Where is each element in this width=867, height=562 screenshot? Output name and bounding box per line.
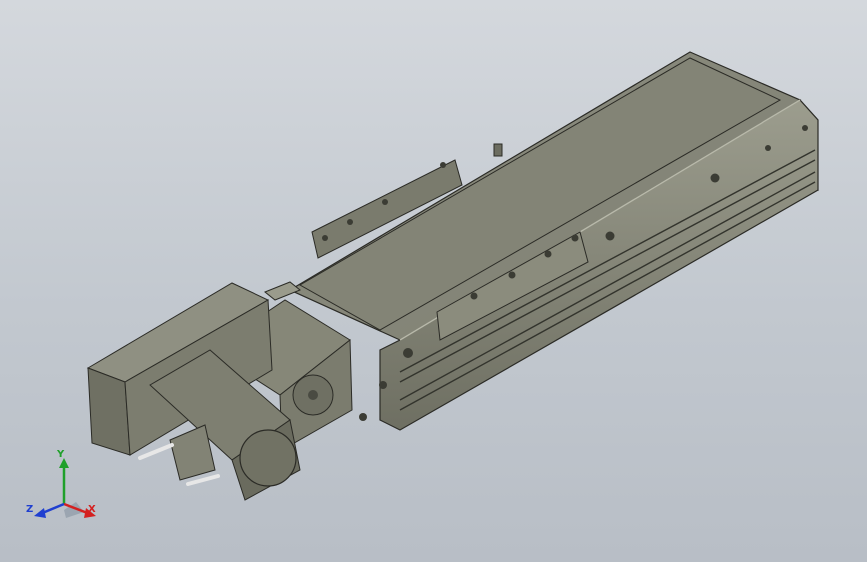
cable-1 [138, 443, 174, 460]
motor-end-cap [239, 429, 297, 487]
x-axis-label: X [88, 504, 96, 515]
axis-triad-graphic [34, 458, 96, 518]
cable-2 [186, 474, 220, 486]
axis-triad[interactable]: X Y Z [26, 448, 106, 528]
y-axis-label: Y [57, 449, 65, 460]
gearbox-front[interactable] [87, 367, 131, 456]
cad-viewport[interactable]: X Y Z [0, 0, 867, 562]
shaft-center [308, 390, 318, 400]
sensor-bracket[interactable] [493, 143, 503, 157]
linear-actuator-model[interactable] [0, 0, 867, 562]
z-axis-label: Z [26, 504, 34, 515]
top-cover-plate[interactable] [264, 281, 301, 301]
